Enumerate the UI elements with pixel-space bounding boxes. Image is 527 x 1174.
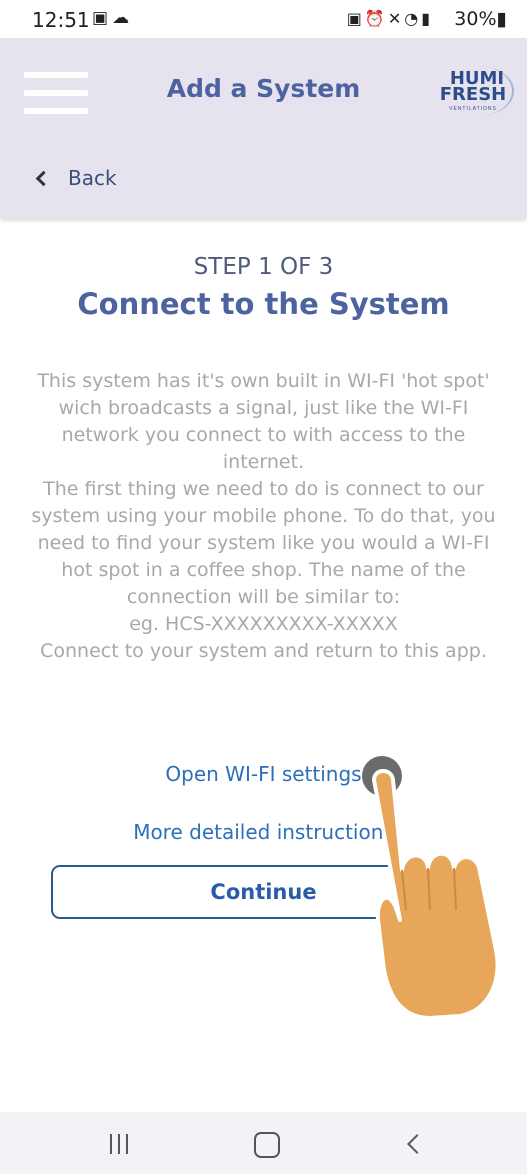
chevron-left-icon [35,170,52,187]
app-header: Add a System HUMI FRESH VENTILATIONS Bac… [0,38,527,218]
humifresh-logo: HUMI FRESH VENTILATIONS [432,64,514,124]
instructions-example: eg. HCS-XXXXXXXXX-XXXXX [129,613,398,635]
battery-percent: 30% [454,8,497,30]
instructions-paragraph-2: The first thing we need to do is connect… [31,478,496,608]
recents-icon[interactable] [108,1134,130,1154]
weather-icon: ☁ [112,8,134,28]
status-right-icons: ▣⏰✕◔▮ [347,9,433,28]
system-back-icon[interactable] [407,1134,427,1154]
system-nav-bar [0,1112,527,1174]
lock-icon: ▣ [346,9,365,28]
instructions-text: This system has it's own built in WI-FI … [30,368,497,665]
battery-icon: ▮ [496,8,507,30]
page-title: Connect to the System [77,287,450,321]
logo-text-fresh: FRESH [439,84,507,105]
signal-icon: ▮ [421,9,433,28]
instructions-paragraph-3: Connect to your system and return to thi… [40,640,487,662]
battery-indicator: 30%▮ [454,8,507,30]
wifi-icon: ◔ [404,9,422,28]
gallery-icon: ▣ [92,8,113,28]
status-bar: 12:51 ▣☁ ▣⏰✕◔▮ 30%▮ [0,0,527,38]
status-left-icons: ▣☁ [92,8,133,28]
instructions-paragraph-1: This system has it's own built in WI-FI … [37,370,490,473]
step-indicator: STEP 1 OF 3 [193,254,334,280]
pointing-hand-icon [372,769,500,1020]
mute-icon: ✕ [387,9,405,28]
logo-text-ventilations: VENTILATIONS [449,106,497,112]
alarm-icon: ⏰ [364,9,388,28]
status-time: 12:51 [32,8,90,32]
home-icon[interactable] [254,1132,280,1158]
back-label: Back [68,166,117,190]
